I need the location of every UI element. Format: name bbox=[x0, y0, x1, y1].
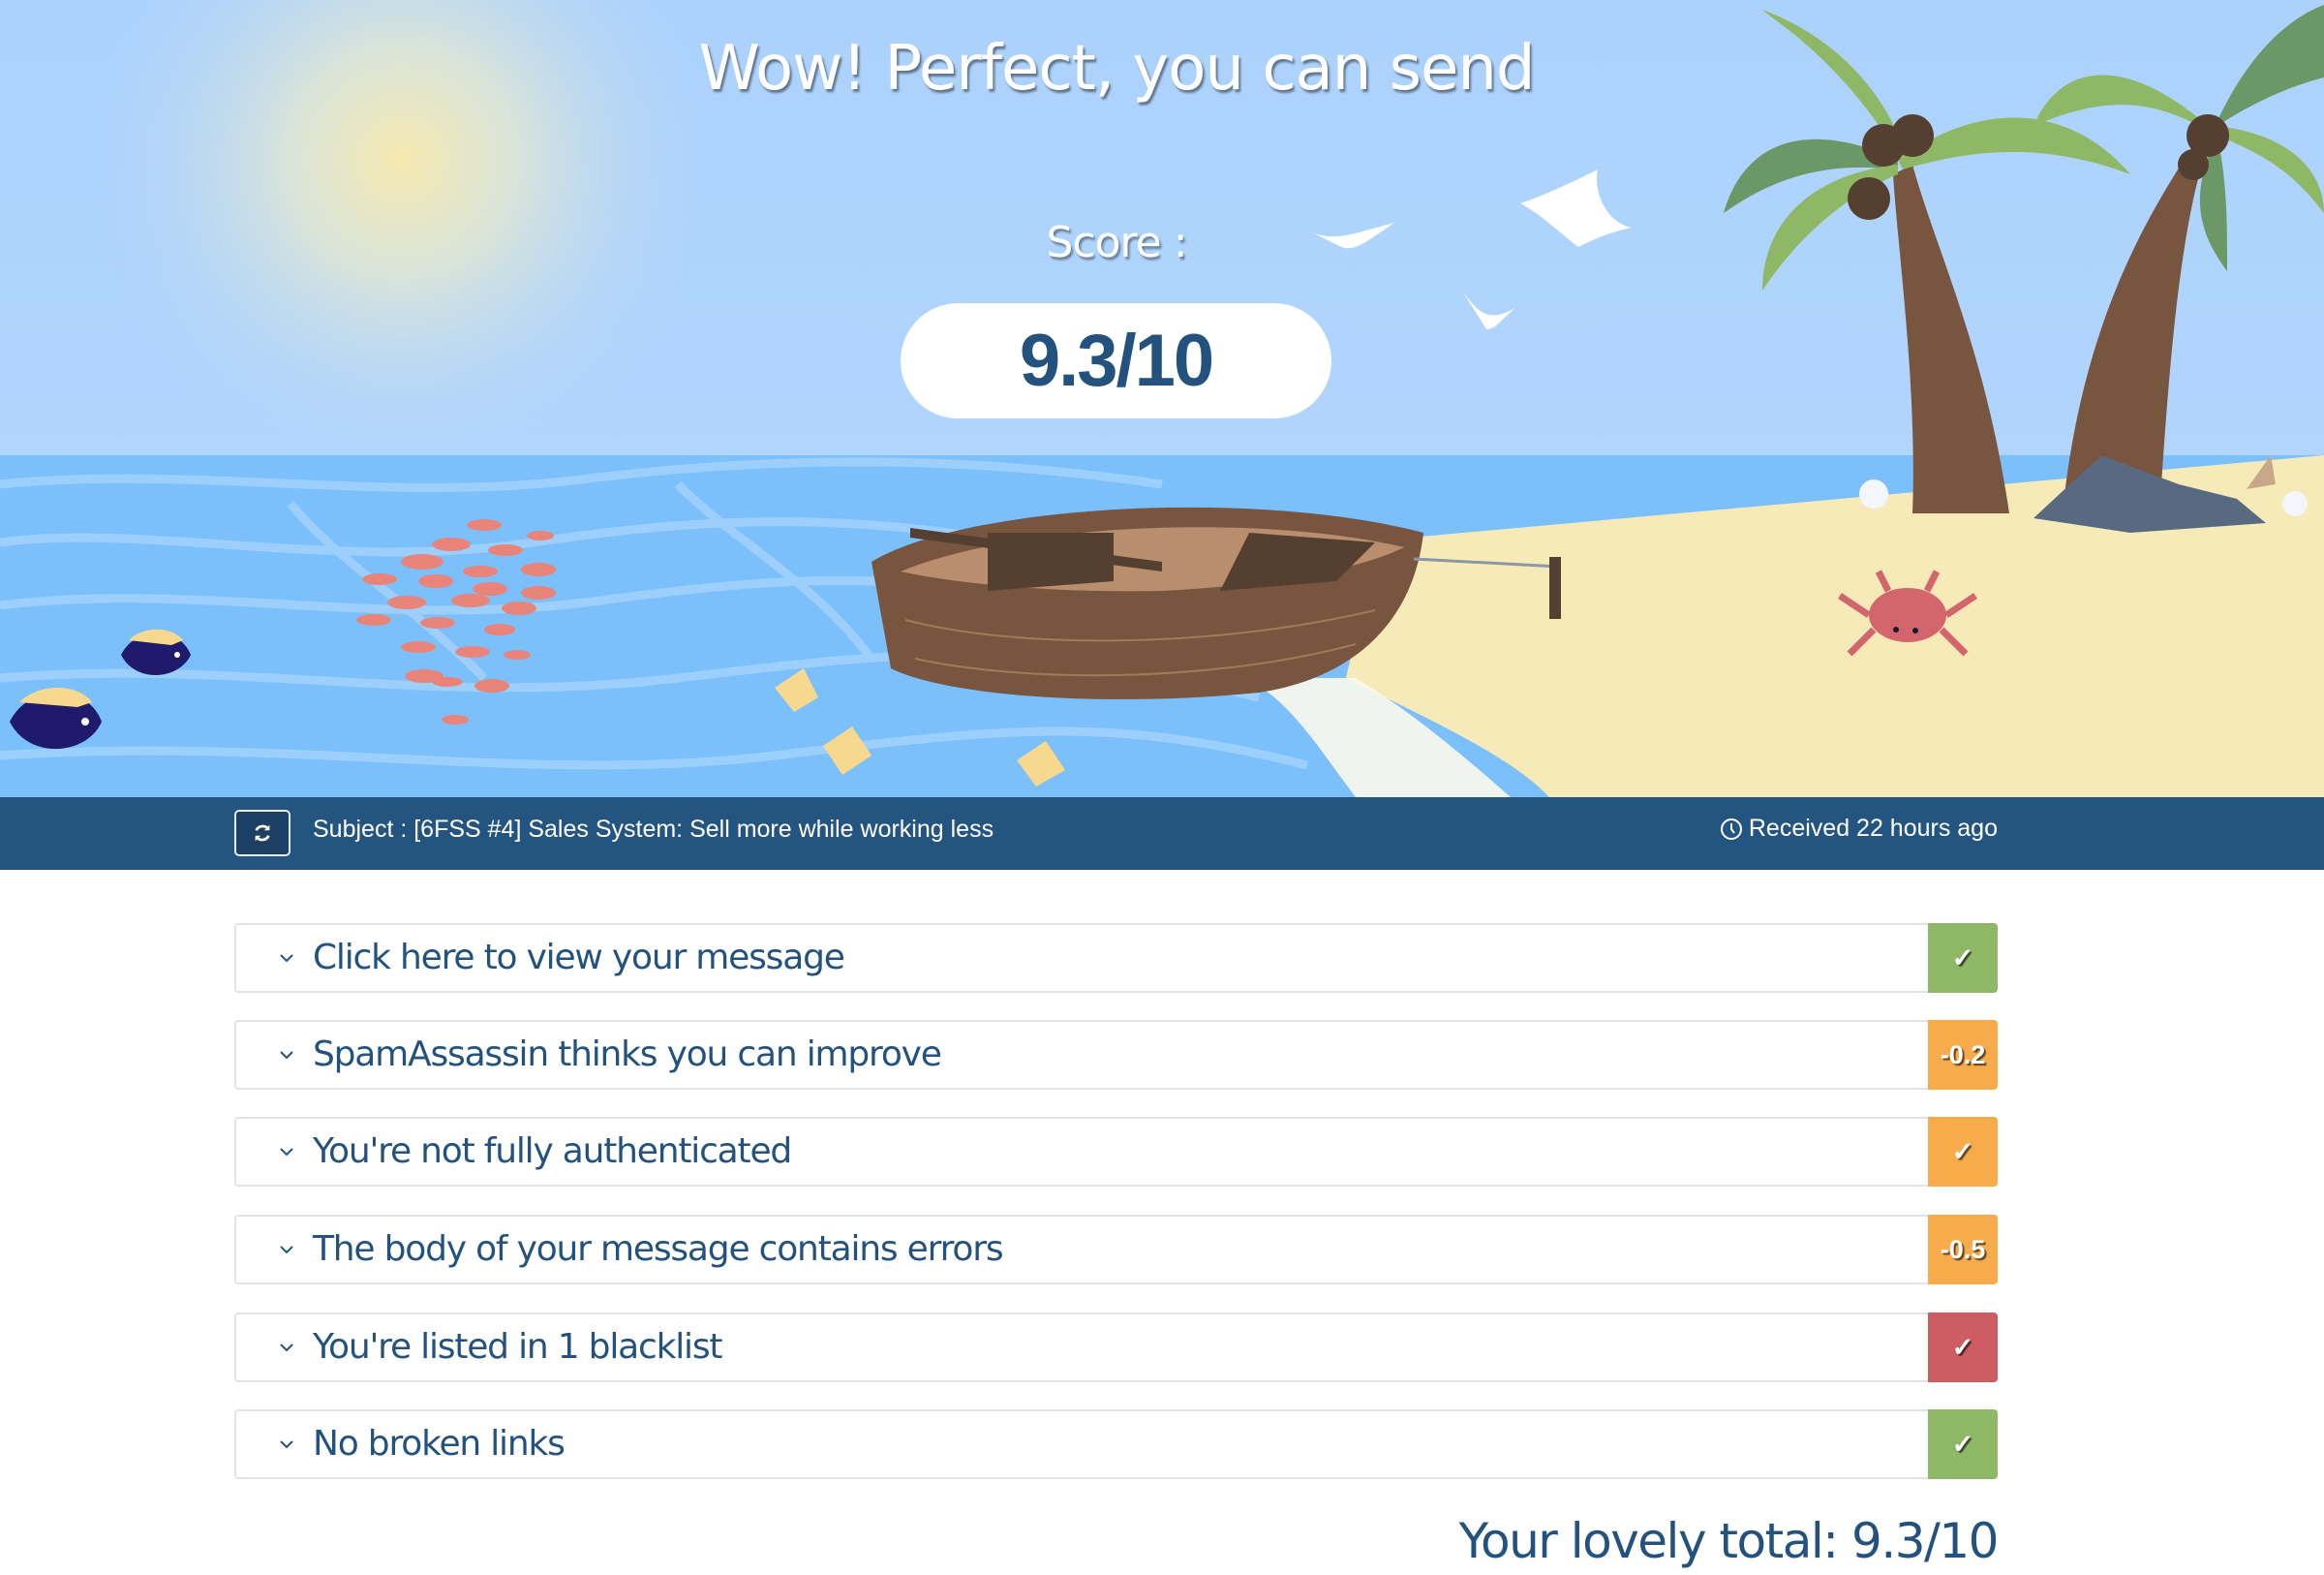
check-status-badge: ✓ bbox=[1928, 1117, 1998, 1187]
check-status-badge: ✓ bbox=[1928, 1312, 1998, 1382]
score-label: Score : bbox=[1046, 218, 1187, 267]
chevron-down-icon bbox=[280, 1343, 293, 1352]
check-row[interactable]: SpamAssassin thinks you can improve -0.2 bbox=[234, 1020, 1998, 1090]
check-row[interactable]: No broken links ✓ bbox=[234, 1409, 1998, 1479]
check-label: SpamAssassin thinks you can improve bbox=[313, 1035, 942, 1074]
check-status-badge: -0.5 bbox=[1928, 1215, 1998, 1284]
seashell bbox=[1859, 479, 1888, 509]
hero-banner: Wow! Perfect, you can send Score : 9.3/1… bbox=[0, 0, 2324, 797]
chevron-down-icon bbox=[280, 954, 293, 963]
received-time: Received 22 hours ago bbox=[1720, 815, 1998, 843]
clock-icon bbox=[1720, 818, 1742, 840]
chevron-down-icon bbox=[280, 1148, 293, 1157]
check-row[interactable]: You're not fully authenticated ✓ bbox=[234, 1117, 1998, 1187]
check-row[interactable]: You're listed in 1 blacklist ✓ bbox=[234, 1312, 1998, 1382]
check-row[interactable]: Click here to view your message ✓ bbox=[234, 923, 1998, 993]
total-score: Your lovely total: 9.3/10 bbox=[1458, 1513, 2000, 1569]
score-badge: 9.3/10 bbox=[901, 303, 1331, 418]
check-status-badge: ✓ bbox=[1928, 1409, 1998, 1479]
seashell bbox=[2282, 491, 2308, 516]
result-headline: Wow! Perfect, you can send bbox=[698, 33, 1535, 105]
chevron-down-icon bbox=[280, 1246, 293, 1254]
check-status-badge: ✓ bbox=[1928, 923, 1998, 993]
check-status-badge: -0.2 bbox=[1928, 1020, 1998, 1090]
chevron-down-icon bbox=[280, 1440, 293, 1449]
chevron-down-icon bbox=[280, 1051, 293, 1060]
check-label: You're listed in 1 blacklist bbox=[313, 1327, 723, 1367]
check-row[interactable]: The body of your message contains errors… bbox=[234, 1215, 1998, 1284]
refresh-icon bbox=[255, 824, 270, 842]
received-text: Received 22 hours ago bbox=[1748, 815, 1998, 842]
refresh-button[interactable] bbox=[234, 810, 290, 856]
check-label: You're not fully authenticated bbox=[313, 1131, 792, 1171]
email-subject: Subject : [6FSS #4] Sales System: Sell m… bbox=[313, 816, 994, 843]
check-label: The body of your message contains errors bbox=[313, 1229, 1004, 1269]
check-label: Click here to view your message bbox=[313, 938, 845, 977]
score-value: 9.3/10 bbox=[1019, 320, 1214, 402]
check-label: No broken links bbox=[313, 1424, 566, 1464]
subject-bar: Subject : [6FSS #4] Sales System: Sell m… bbox=[0, 797, 2324, 870]
